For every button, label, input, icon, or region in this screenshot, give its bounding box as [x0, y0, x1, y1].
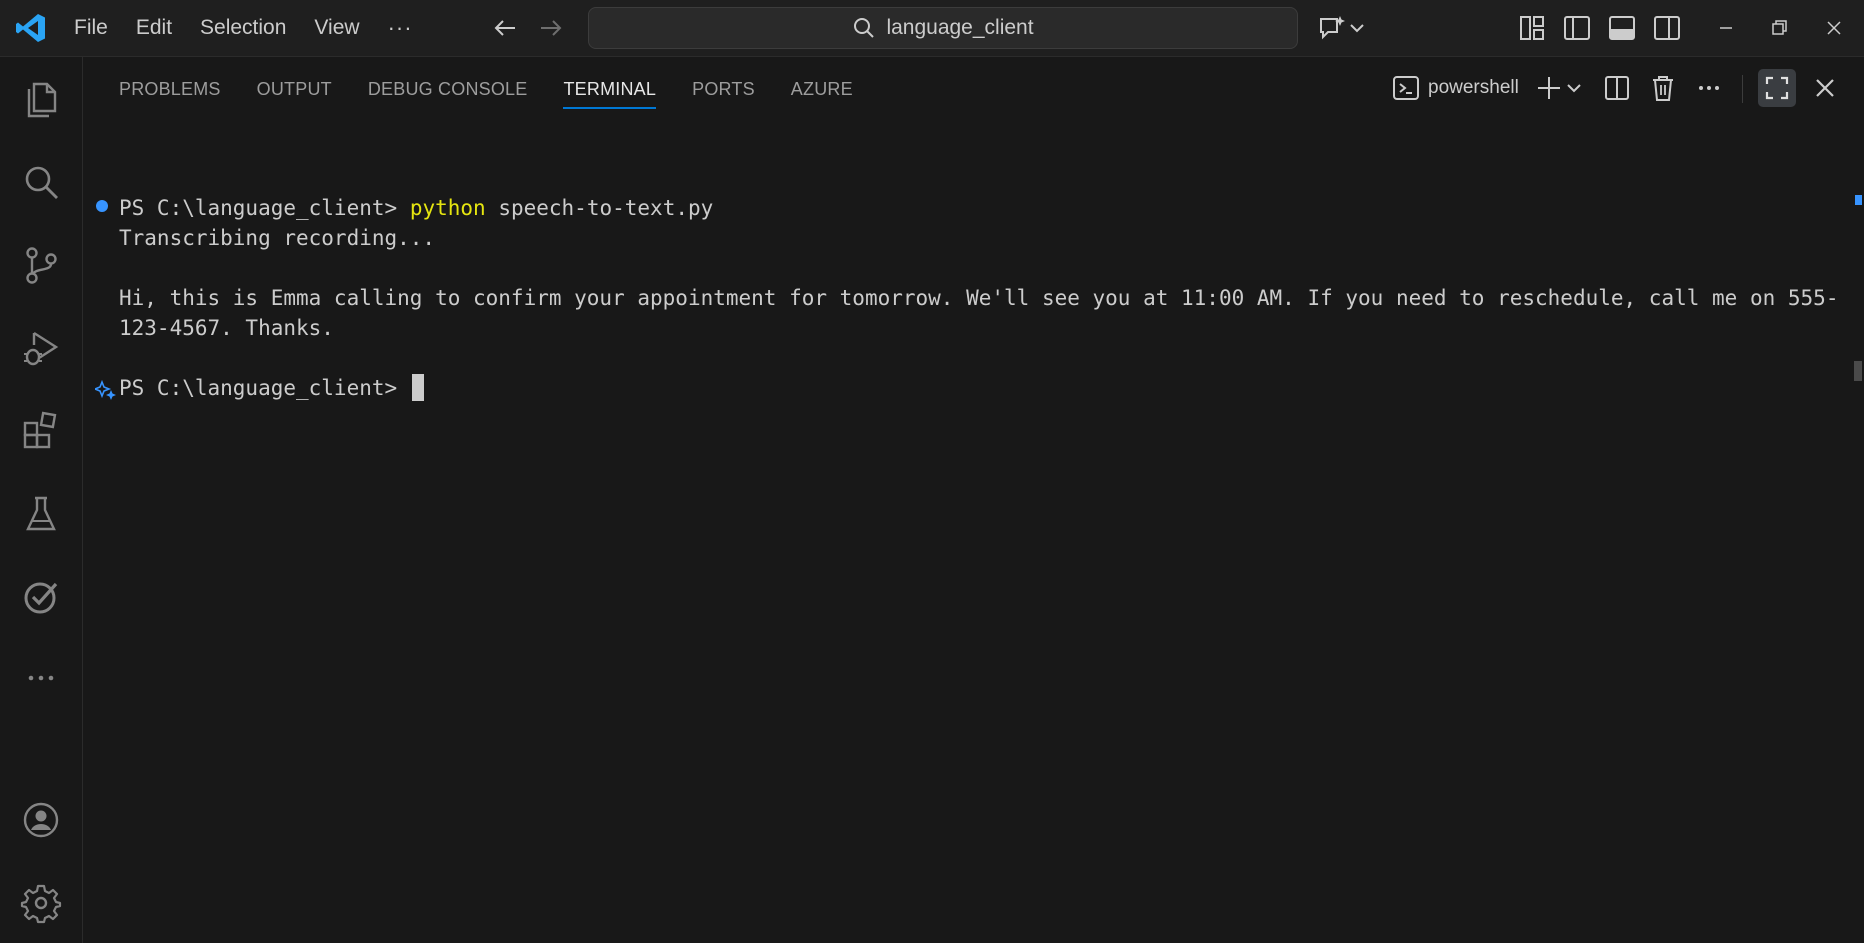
run-debug-icon[interactable]	[20, 327, 62, 369]
toggle-panel-icon[interactable]	[1607, 13, 1637, 43]
forward-arrow-icon[interactable]	[537, 14, 565, 42]
toggle-secondary-sidebar-icon[interactable]	[1652, 13, 1682, 43]
command-center-search[interactable]: language_client	[588, 7, 1298, 49]
tab-ports[interactable]: PORTS	[692, 57, 755, 121]
terminal-cursor	[411, 374, 424, 401]
prompt: PS C:\language_client>	[119, 376, 398, 400]
minimize-icon[interactable]	[1712, 14, 1740, 42]
search-icon	[854, 18, 875, 38]
command-args: speech-to-text.py	[498, 196, 714, 220]
checklist-icon[interactable]	[20, 576, 62, 618]
close-window-icon[interactable]	[1820, 14, 1848, 42]
toggle-primary-sidebar-icon[interactable]	[1562, 13, 1592, 43]
more-icon[interactable]	[20, 657, 62, 699]
menu-edit[interactable]: Edit	[122, 8, 186, 48]
command-center-label: language_client	[886, 16, 1034, 39]
command-line: PS C:\language_client> python speech-to-…	[119, 194, 713, 222]
transcript-line-1: Hi, this is Emma calling to confirm your…	[119, 286, 1839, 310]
scrollbar-thumb[interactable]	[1854, 361, 1862, 381]
maximize-icon	[1765, 76, 1789, 100]
chevron-down-icon[interactable]	[1565, 73, 1583, 103]
tab-terminal[interactable]: TERMINAL	[563, 57, 656, 121]
sparkle-icon[interactable]	[95, 379, 117, 401]
menu-more[interactable]: ···	[374, 8, 427, 48]
extensions-icon[interactable]	[20, 410, 62, 452]
status-line: Transcribing recording...	[119, 226, 436, 250]
settings-gear-icon[interactable]	[20, 882, 62, 924]
panel-tabs: PROBLEMS OUTPUT DEBUG CONSOLE TERMINAL P…	[83, 57, 853, 121]
testing-icon[interactable]	[20, 493, 62, 535]
explorer-icon[interactable]	[20, 78, 62, 120]
source-control-icon[interactable]	[20, 244, 62, 286]
restore-icon[interactable]	[1765, 14, 1793, 42]
terminal-output[interactable]: PS C:\language_client> python speech-to-…	[83, 123, 1843, 943]
prompt: PS C:\language_client>	[119, 196, 398, 220]
terminal-panel: PROBLEMS OUTPUT DEBUG CONSOLE TERMINAL P…	[83, 57, 1864, 943]
tab-output[interactable]: OUTPUT	[257, 57, 332, 121]
prompt-line: PS C:\language_client>	[119, 374, 424, 402]
action-divider	[1742, 75, 1743, 103]
split-terminal-icon[interactable]	[1603, 73, 1631, 103]
transcript-line-2: 123-4567. Thanks.	[119, 316, 334, 340]
title-bar: File Edit Selection View ··· language_cl…	[0, 0, 1864, 57]
more-actions-icon[interactable]	[1695, 73, 1723, 103]
back-arrow-icon[interactable]	[491, 14, 519, 42]
terminal-scrollbar[interactable]	[1850, 123, 1864, 943]
menu-view[interactable]: View	[300, 8, 373, 48]
command-word: python	[409, 196, 486, 220]
chevron-down-icon[interactable]	[1348, 13, 1366, 43]
maximize-panel-button[interactable]	[1758, 69, 1796, 107]
terminal-shell-label[interactable]: powershell	[1428, 77, 1519, 99]
menu-selection[interactable]: Selection	[186, 8, 300, 48]
new-terminal-plus-icon[interactable]	[1535, 73, 1563, 103]
tab-debug-console[interactable]: DEBUG CONSOLE	[368, 57, 528, 121]
menu-file[interactable]: File	[60, 8, 122, 48]
customize-layout-icon[interactable]	[1517, 13, 1547, 43]
search-icon[interactable]	[20, 161, 62, 203]
vscode-logo-icon	[16, 14, 45, 42]
terminal-icon	[1393, 76, 1419, 100]
account-icon[interactable]	[20, 799, 62, 841]
tab-azure[interactable]: AZURE	[791, 57, 853, 121]
menu-bar: File Edit Selection View ···	[60, 0, 427, 56]
close-panel-icon[interactable]	[1811, 73, 1839, 103]
activity-bar	[0, 57, 83, 943]
scrollbar-marker	[1855, 195, 1862, 205]
command-success-dot-icon[interactable]	[95, 199, 109, 213]
copilot-chat-icon[interactable]	[1316, 13, 1346, 43]
trash-icon[interactable]	[1649, 73, 1677, 103]
tab-problems[interactable]: PROBLEMS	[119, 57, 221, 121]
